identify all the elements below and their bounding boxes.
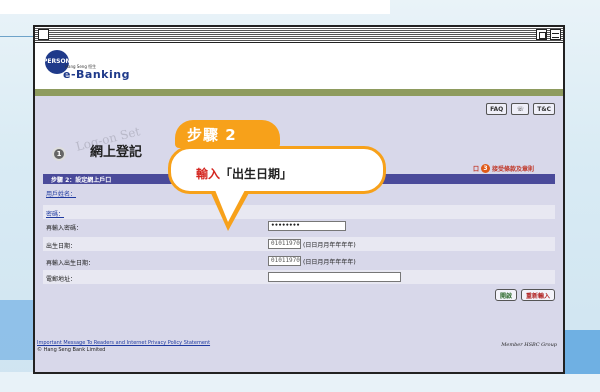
- dob-input[interactable]: 01011970: [268, 239, 301, 249]
- form-row-dob: 出生日期： 01011970 (日日月月年年年年): [43, 237, 555, 251]
- callout-field-name: 「出生日期」: [220, 167, 293, 181]
- page-title: 網上登記: [90, 145, 143, 160]
- tc-button[interactable]: T&C: [533, 103, 555, 115]
- dob-confirm-label: 再輸入出生日期：: [46, 260, 95, 267]
- dob-label: 出生日期：: [46, 243, 77, 250]
- collapse-box-icon[interactable]: [550, 29, 561, 40]
- utility-buttons: FAQ ☏ T&C: [486, 103, 555, 115]
- phone-icon[interactable]: ☏: [511, 103, 530, 115]
- password-confirm-input[interactable]: ••••••••: [268, 221, 346, 231]
- logo-ebanking-text: e-Banking: [63, 68, 130, 81]
- legend-step-3-badge: 3: [481, 164, 491, 173]
- callout-instruction: 輸入「出生日期」: [196, 165, 292, 182]
- page-content: PERSONAL Hang Seng 恒生 e-Banking FAQ ☏ T&…: [35, 44, 563, 372]
- form-row-email: 電郵地址：: [43, 270, 555, 284]
- dob-field-group: 01011970 (日日月月年年年年): [268, 239, 356, 249]
- dob-confirm-format-hint: (日日月月年年年年): [303, 258, 356, 266]
- dob-format-hint: (日日月月年年年年): [303, 241, 356, 249]
- browser-window: PERSONAL Hang Seng 恒生 e-Banking FAQ ☏ T&…: [33, 25, 565, 374]
- email-label: 電郵地址：: [46, 276, 77, 283]
- header-strip: [35, 89, 563, 96]
- legend-step-3-label: 接受條款及章則: [492, 166, 535, 173]
- callout-prefix: 輸入: [196, 167, 221, 181]
- member-hsbc-group: Member HSBC Group: [501, 342, 557, 348]
- form-row-password-confirm: 再輸入密碼： ••••••••: [43, 219, 555, 233]
- dob-confirm-field-group: 01011970 (日日月月年年年年): [268, 256, 356, 266]
- back-button[interactable]: 開啟: [494, 289, 517, 301]
- callout-step-tag: 步驟 2: [175, 120, 280, 148]
- heading-step-badge: 1: [52, 147, 66, 161]
- callout-pointer-inner: [215, 190, 245, 222]
- background-top-white: [0, 0, 390, 14]
- steps-legend: 口 3 接受條款及章則: [473, 164, 534, 173]
- step-bar-label: 步驟 2：設定網上戶口: [51, 177, 112, 184]
- footer-policy-links[interactable]: Important Message To Readers and Interne…: [37, 340, 210, 347]
- password-label[interactable]: 密碼：: [46, 209, 64, 218]
- window-titlebar[interactable]: [35, 27, 563, 43]
- footer-copyright: © Hang Seng Bank Limited: [37, 347, 106, 353]
- email-field[interactable]: [268, 272, 401, 282]
- reset-button[interactable]: 重新輸入: [520, 289, 555, 301]
- form-row-dob-confirm: 再輸入出生日期： 01011970 (日日月月年年年年): [43, 254, 555, 268]
- legend-current: 口: [473, 166, 480, 173]
- close-box-icon[interactable]: [38, 29, 49, 40]
- password-confirm-label: 再輸入密碼：: [46, 225, 83, 232]
- zoom-box-icon[interactable]: [536, 29, 547, 40]
- site-header: PERSONAL Hang Seng 恒生 e-Banking: [35, 44, 563, 89]
- background-band-bottom: [0, 372, 600, 392]
- form-row-password: 密碼：: [43, 205, 555, 219]
- faq-button[interactable]: FAQ: [486, 103, 508, 115]
- username-label[interactable]: 用戶姓名：: [46, 189, 76, 198]
- dob-confirm-input[interactable]: 01011970: [268, 256, 301, 266]
- form-actions: 開啟 重新輸入: [494, 289, 555, 301]
- page-footer: Important Message To Readers and Interne…: [37, 340, 210, 354]
- background-band-right: [562, 330, 600, 374]
